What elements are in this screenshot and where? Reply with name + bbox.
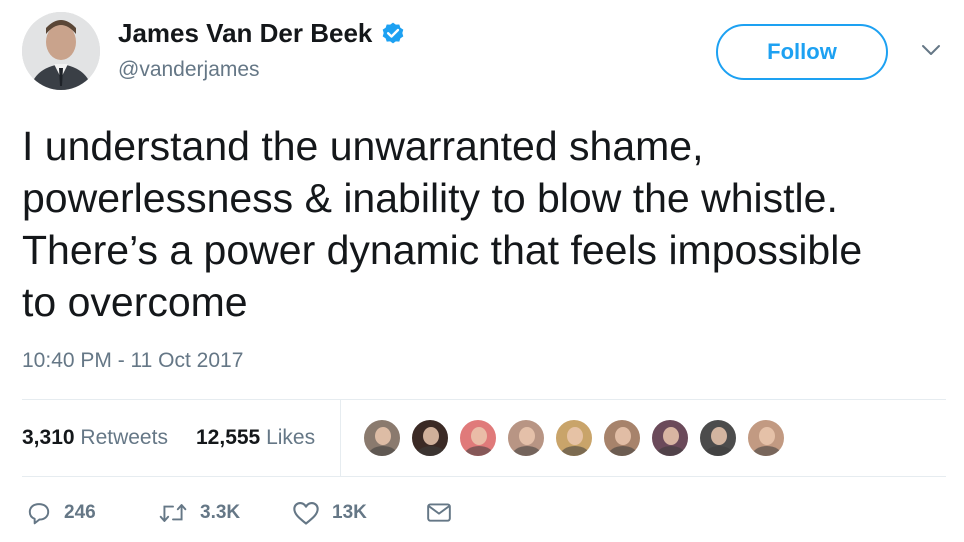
envelope-icon <box>426 500 452 524</box>
liker-avatar-7[interactable] <box>650 418 690 458</box>
like-button[interactable]: 13K <box>292 500 367 526</box>
retweets-label: Retweets <box>80 426 168 449</box>
retweet-button[interactable]: 3.3K <box>158 500 240 526</box>
retweet-icon <box>158 500 188 526</box>
direct-message-button[interactable] <box>426 500 452 524</box>
retweets-count: 3,310 <box>22 426 75 449</box>
heart-icon <box>292 500 320 526</box>
liker-avatar-6[interactable] <box>602 418 642 458</box>
author-avatar[interactable] <box>22 12 100 90</box>
divider-top <box>22 399 946 400</box>
liker-avatar-1[interactable] <box>362 418 402 458</box>
likes-label: Likes <box>266 426 316 449</box>
tweet-timestamp[interactable]: 10:40 PM - 11 Oct 2017 <box>22 349 243 373</box>
liker-avatar-3[interactable] <box>458 418 498 458</box>
liker-avatar-4[interactable] <box>506 418 546 458</box>
liker-avatar-9[interactable] <box>746 418 786 458</box>
likes-stat[interactable]: 12,555 Likes <box>196 426 315 450</box>
follow-button[interactable]: Follow <box>716 24 888 80</box>
retweets-stat[interactable]: 3,310 Retweets <box>22 426 168 450</box>
liker-avatars <box>362 418 794 458</box>
liker-avatar-5[interactable] <box>554 418 594 458</box>
author-name-text[interactable]: James Van Der Beek <box>118 18 372 49</box>
like-count: 13K <box>332 502 367 523</box>
reply-count: 246 <box>64 502 96 523</box>
reply-button[interactable]: 246 <box>26 500 96 526</box>
chevron-down-icon[interactable] <box>920 42 942 58</box>
liker-avatar-2[interactable] <box>410 418 450 458</box>
stats-separator <box>340 399 341 476</box>
retweet-count: 3.3K <box>200 502 241 523</box>
liker-avatar-8[interactable] <box>698 418 738 458</box>
divider-bottom <box>22 476 946 477</box>
reply-icon <box>26 500 52 526</box>
author-handle[interactable]: @vanderjames <box>118 58 260 82</box>
verified-badge-icon <box>380 21 406 47</box>
author-name[interactable]: James Van Der Beek <box>118 18 406 49</box>
likes-count: 12,555 <box>196 426 261 449</box>
tweet-text: I understand the unwarranted shame, powe… <box>22 123 863 325</box>
